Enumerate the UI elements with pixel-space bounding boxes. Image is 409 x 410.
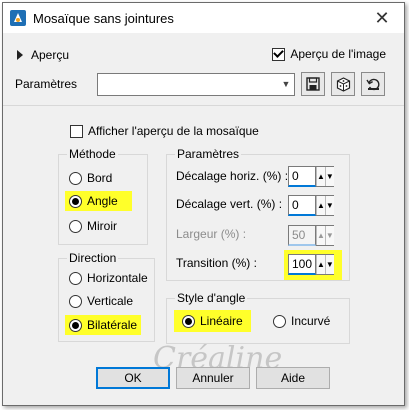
- checkbox-icon: [70, 124, 83, 138]
- floppy-disk-icon: [306, 77, 320, 91]
- reset-icon: [365, 78, 379, 90]
- horizontal-offset-spinner[interactable]: 0 ▲ ▼: [288, 166, 334, 187]
- spin-down-icon: ▼: [324, 226, 334, 245]
- app-icon: [10, 10, 26, 26]
- radio-selected-icon: [69, 318, 82, 332]
- spin-down-icon[interactable]: ▼: [324, 167, 334, 186]
- angle-style-radio-linear[interactable]: Linéaire: [174, 310, 251, 332]
- spin-up-icon[interactable]: ▲: [316, 196, 325, 215]
- parameters-title: Paramètres: [175, 147, 242, 161]
- preview-label: Aperçu: [31, 48, 70, 62]
- method-title: Méthode: [67, 147, 118, 161]
- direction-horizontal-label: Horizontale: [87, 271, 148, 285]
- width-spinner: 50 ▲ ▼: [288, 225, 334, 246]
- cancel-button[interactable]: Annuler: [176, 367, 250, 389]
- show-tile-preview-label: Afficher l'aperçu de la mosaïque: [88, 124, 259, 138]
- method-radio-mirror[interactable]: Miroir: [69, 219, 117, 233]
- vertical-offset-input[interactable]: 0: [288, 195, 316, 216]
- horizontal-offset-input[interactable]: 0: [288, 166, 316, 187]
- spin-buttons[interactable]: ▲ ▼: [316, 166, 334, 187]
- width-input: 50: [288, 225, 316, 246]
- width-label: Largeur (%) :: [176, 227, 247, 241]
- presets-dropdown[interactable]: ▼: [97, 72, 295, 96]
- transition-spinner[interactable]: 100 ▲ ▼: [288, 254, 334, 275]
- direction-group: Direction Horizontale Verticale Bilatéra…: [58, 251, 155, 342]
- dice-icon: [336, 76, 350, 92]
- radio-icon: [69, 271, 82, 285]
- spin-up-icon: ▲: [316, 226, 325, 245]
- randomize-button[interactable]: [331, 72, 355, 96]
- image-preview-label: Aperçu de l'image: [290, 47, 386, 61]
- method-edge-label: Bord: [87, 171, 113, 185]
- title-bar: Mosaïque sans jointures ✕: [3, 3, 404, 33]
- presets-label: Paramètres: [15, 77, 78, 91]
- show-tile-preview-checkbox[interactable]: Afficher l'aperçu de la mosaïque: [70, 124, 259, 138]
- dialog-window: Mosaïque sans jointures ✕ Aperçu Aperçu …: [2, 2, 405, 406]
- help-label: Aide: [280, 371, 306, 385]
- image-preview-checkbox[interactable]: Aperçu de l'image: [272, 47, 386, 61]
- divider: [3, 105, 404, 106]
- ok-label: OK: [124, 371, 142, 385]
- vertical-offset-label: Décalage vert. (%) :: [176, 197, 283, 211]
- radio-icon: [69, 294, 82, 308]
- angle-style-linear-label: Linéaire: [200, 314, 243, 328]
- expand-triangle-icon: [17, 50, 23, 60]
- transition-label: Transition (%) :: [176, 256, 257, 270]
- radio-selected-icon: [69, 194, 82, 208]
- spin-up-icon[interactable]: ▲: [316, 255, 325, 274]
- method-radio-angle[interactable]: Angle: [65, 191, 132, 211]
- presets-row: Paramètres ▼: [15, 69, 393, 99]
- spin-buttons[interactable]: ▲ ▼: [316, 195, 334, 216]
- direction-radio-vertical[interactable]: Verticale: [69, 294, 133, 308]
- angle-style-curved-label: Incurvé: [291, 314, 331, 328]
- method-angle-label: Angle: [87, 194, 118, 208]
- radio-icon: [273, 314, 286, 328]
- image-preview-check-icon: [272, 47, 286, 61]
- angle-style-title: Style d'angle: [175, 291, 248, 305]
- direction-title: Direction: [67, 251, 119, 265]
- close-icon: ✕: [374, 7, 390, 28]
- spin-buttons: ▲ ▼: [316, 225, 334, 246]
- reset-button[interactable]: [361, 72, 385, 96]
- spin-buttons[interactable]: ▲ ▼: [316, 254, 334, 275]
- transition-input[interactable]: 100: [288, 254, 316, 275]
- horizontal-offset-label: Décalage horiz. (%) :: [176, 169, 289, 183]
- method-mirror-label: Miroir: [87, 219, 117, 233]
- angle-style-group: Style d'angle Linéaire Incurvé: [166, 291, 350, 344]
- angle-style-radio-curved[interactable]: Incurvé: [273, 314, 330, 328]
- vertical-offset-spinner[interactable]: 0 ▲ ▼: [288, 195, 334, 216]
- radio-icon: [69, 171, 82, 185]
- chevron-down-icon: ▼: [281, 79, 291, 89]
- method-radio-edge[interactable]: Bord: [69, 171, 112, 185]
- radio-selected-icon: [182, 314, 195, 328]
- method-group: Méthode Bord Angle Miroir: [58, 147, 148, 245]
- ok-button[interactable]: OK: [96, 367, 170, 389]
- close-button[interactable]: ✕: [360, 3, 404, 33]
- preview-toggle[interactable]: Aperçu: [17, 48, 69, 62]
- help-button[interactable]: Aide: [256, 367, 330, 389]
- direction-vertical-label: Verticale: [87, 294, 134, 308]
- spin-down-icon[interactable]: ▼: [324, 196, 334, 215]
- cancel-label: Annuler: [192, 371, 234, 385]
- radio-icon: [69, 219, 82, 233]
- spin-up-icon[interactable]: ▲: [316, 167, 325, 186]
- spin-down-icon[interactable]: ▼: [324, 255, 334, 274]
- direction-radio-horizontal[interactable]: Horizontale: [69, 271, 148, 285]
- direction-radio-bilateral[interactable]: Bilatérale: [65, 315, 142, 335]
- parameters-group: Paramètres Décalage horiz. (%) : 0 ▲ ▼ Dé…: [166, 147, 350, 281]
- window-title: Mosaïque sans jointures: [33, 11, 174, 26]
- direction-bilateral-label: Bilatérale: [87, 318, 138, 332]
- save-preset-button[interactable]: [301, 72, 325, 96]
